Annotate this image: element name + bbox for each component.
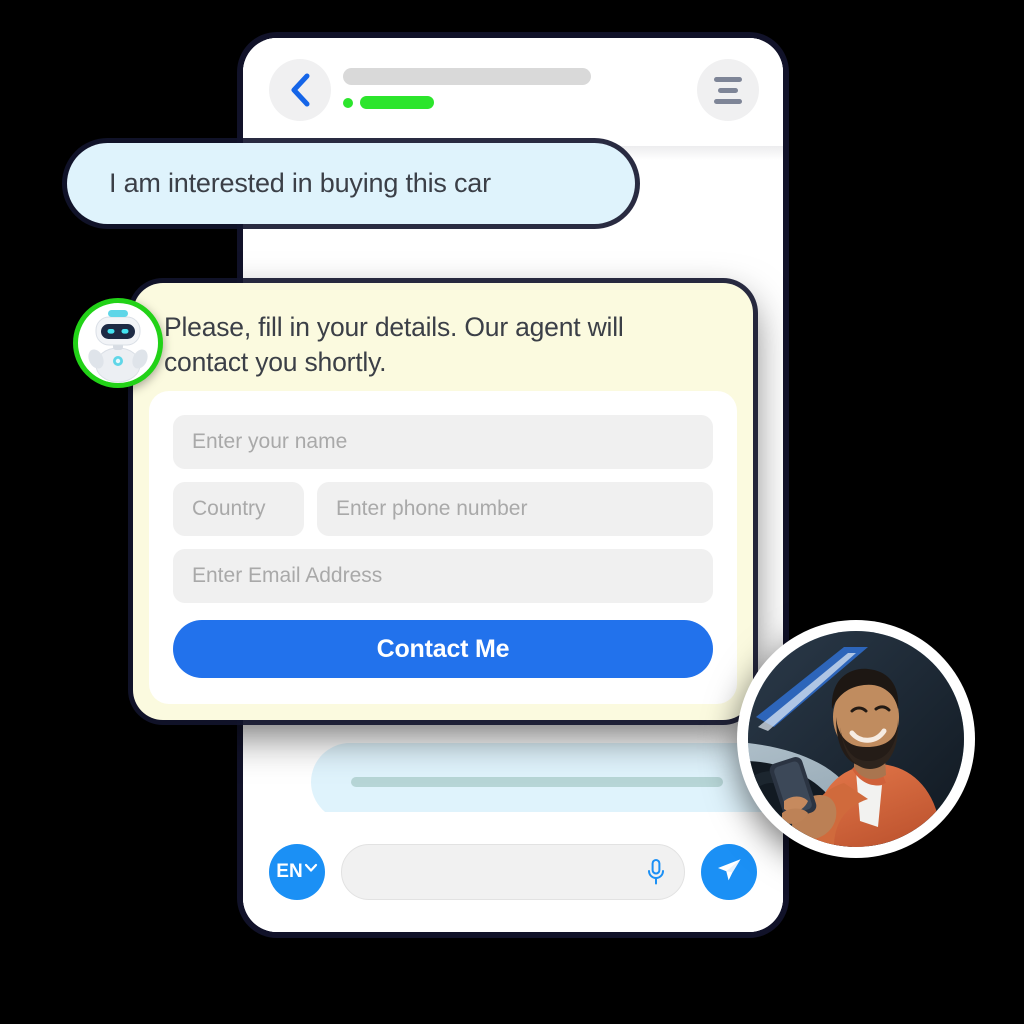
message-composer: EN — [243, 812, 783, 932]
country-select[interactable]: Country — [173, 482, 304, 536]
screenshot-canvas: EN I am interested in buying this car Pl… — [0, 0, 1024, 1024]
bot-message-placeholder-bubble — [311, 743, 781, 821]
agent-status-placeholder — [360, 96, 434, 109]
chevron-left-icon — [288, 73, 312, 107]
lead-capture-form-card: Please, fill in your details. Our agent … — [133, 283, 753, 720]
bot-avatar — [73, 298, 163, 388]
message-input[interactable] — [360, 861, 646, 883]
chat-title-placeholder — [343, 68, 591, 85]
customer-photo — [737, 620, 975, 858]
hamburger-menu-icon-line-1 — [714, 76, 742, 82]
hamburger-menu-icon-line-3 — [714, 98, 742, 104]
chat-header — [243, 38, 783, 160]
language-selector-button[interactable]: EN — [269, 844, 325, 900]
user-message-text: I am interested in buying this car — [109, 168, 491, 198]
hamburger-menu-icon-line-2 — [718, 87, 738, 93]
send-paper-plane-icon — [714, 855, 744, 890]
customer-photo-image — [748, 631, 964, 847]
chevron-down-icon — [304, 860, 318, 878]
microphone-icon[interactable] — [646, 858, 666, 886]
phone-input[interactable]: Enter phone number — [317, 482, 713, 536]
contact-me-button[interactable]: Contact Me — [173, 620, 713, 678]
lead-form-panel: Enter your name Country Enter phone numb… — [149, 391, 737, 704]
agent-status — [343, 96, 434, 109]
message-skeleton-line — [351, 777, 723, 787]
country-phone-row: Country Enter phone number — [173, 482, 713, 536]
online-status-dot — [343, 97, 353, 108]
language-selector-label: EN — [276, 861, 303, 882]
email-input[interactable]: Enter Email Address — [173, 549, 713, 603]
send-button[interactable] — [701, 844, 757, 900]
robot-avatar-icon — [78, 303, 158, 383]
user-message-bubble: I am interested in buying this car — [67, 143, 635, 224]
back-button[interactable] — [269, 59, 331, 121]
lead-form-title: Please, fill in your details. Our agent … — [164, 312, 624, 378]
message-input-wrapper[interactable] — [341, 844, 685, 900]
hamburger-menu-button[interactable] — [697, 59, 759, 121]
name-input[interactable]: Enter your name — [173, 415, 713, 469]
